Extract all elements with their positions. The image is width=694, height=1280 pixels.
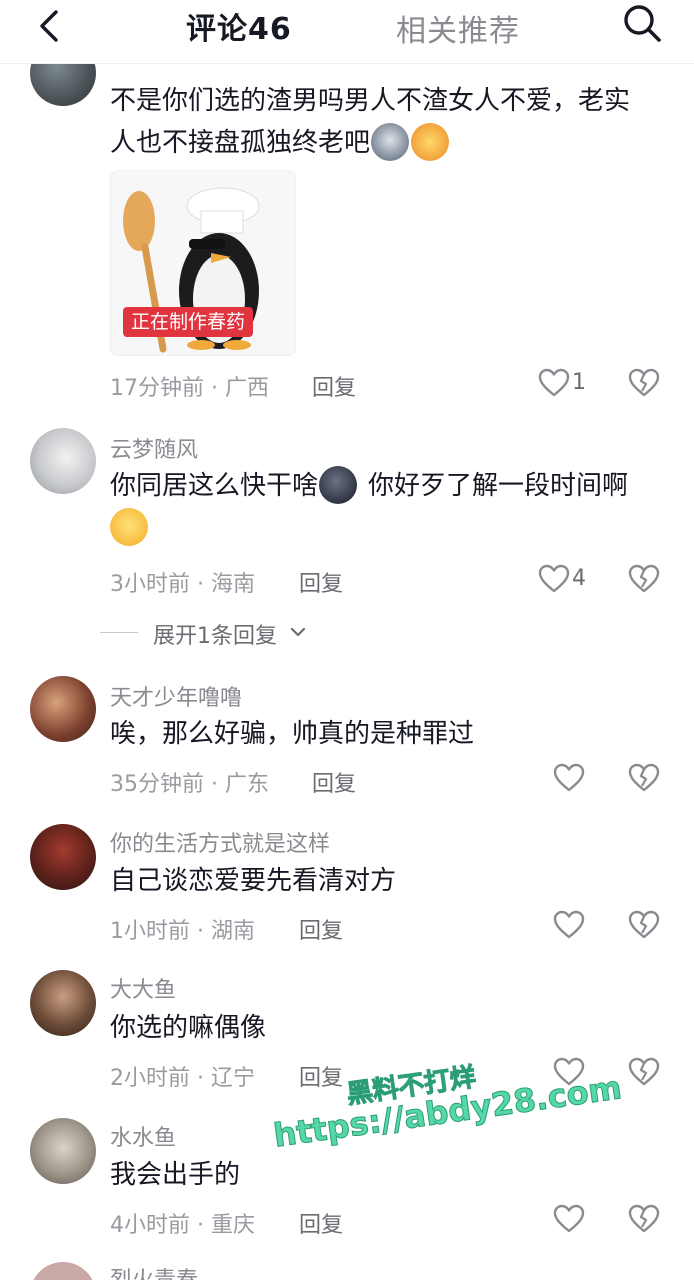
meta-separator: ·	[204, 376, 225, 401]
comment-location: 广西	[224, 376, 269, 401]
avatar[interactable]	[30, 970, 96, 1036]
party-emoji-icon	[411, 122, 450, 161]
comment-meta: 1小时前 · 湖南	[110, 913, 255, 945]
dark-moon-emoji-icon	[319, 465, 358, 504]
like-heart-icon[interactable]	[553, 762, 585, 794]
dislike-broken-heart-icon[interactable]	[628, 1056, 660, 1088]
avatar[interactable]	[30, 676, 96, 742]
back-arrow-icon[interactable]	[30, 6, 70, 46]
avatar[interactable]	[30, 1262, 96, 1280]
comment-text: 不是你们选的渣男吗男人不渣女人不爱，老实 人也不接盘孤独终老吧	[110, 80, 670, 164]
like-count: 1	[572, 370, 586, 395]
avatar[interactable]	[30, 824, 96, 890]
comment-time: 1小时前	[110, 919, 190, 944]
comment-time: 17分钟前	[110, 376, 204, 401]
comment-location: 湖南	[210, 919, 255, 944]
comment-time: 2小时前	[110, 1066, 190, 1091]
comment-text: 唉，那么好骗，帅真的是种罪过	[110, 719, 475, 749]
like-heart-icon[interactable]	[538, 367, 570, 399]
comment-location: 重庆	[210, 1213, 255, 1238]
tab-related-recommend[interactable]: 相关推荐	[396, 6, 520, 50]
comment-meta: 35分钟前 · 广东	[110, 766, 269, 798]
like-heart-icon[interactable]	[553, 909, 585, 941]
comment-meta: 4小时前 · 重庆	[110, 1207, 255, 1239]
like-heart-icon[interactable]	[553, 1203, 585, 1235]
reply-button[interactable]: 回复	[312, 766, 356, 798]
like-heart-icon[interactable]	[538, 563, 570, 595]
comment-time: 3小时前	[110, 572, 190, 597]
dislike-broken-heart-icon[interactable]	[628, 762, 660, 794]
divider-line	[100, 632, 138, 633]
comment-username[interactable]: 烈火青春	[110, 1262, 198, 1280]
comment-location: 海南	[210, 572, 255, 597]
reply-button[interactable]: 回复	[299, 566, 343, 598]
dislike-broken-heart-icon[interactable]	[628, 909, 660, 941]
dislike-broken-heart-icon[interactable]	[628, 563, 660, 595]
chevron-down-icon	[290, 627, 306, 637]
search-icon[interactable]	[620, 2, 664, 46]
meta-separator: ·	[204, 772, 225, 797]
meta-separator: ·	[190, 1066, 211, 1091]
comment-location: 广东	[224, 772, 269, 797]
avatar[interactable]	[30, 1118, 96, 1184]
comment-text: 你同居这么快干啥 你好歹了解一段时间啊	[110, 465, 670, 549]
reply-button[interactable]: 回复	[299, 1207, 343, 1239]
avatar[interactable]	[30, 428, 96, 494]
reply-button[interactable]: 回复	[299, 1060, 343, 1092]
top-bar: 评论46 相关推荐	[0, 0, 694, 64]
comment-username[interactable]: 云梦随风	[110, 432, 198, 464]
like-count: 4	[572, 566, 586, 591]
comment-username[interactable]: 水水鱼	[110, 1120, 176, 1152]
comment-text: 你选的嘛偶像	[110, 1013, 267, 1043]
comment-time: 35分钟前	[110, 772, 204, 797]
comment-meta: 17分钟前 · 广西	[110, 370, 269, 402]
meta-separator: ·	[190, 919, 211, 944]
sticker-caption: 正在制作春药	[123, 307, 254, 337]
comment-location: 辽宁	[210, 1066, 255, 1091]
meta-separator: ·	[190, 572, 211, 597]
comment-text: 自己谈恋爱要先看清对方	[110, 866, 397, 896]
comment-meta: 2小时前 · 辽宁	[110, 1060, 255, 1092]
expand-replies-label: 展开1条回复	[153, 624, 277, 649]
tab-comments[interactable]: 评论46	[186, 4, 292, 48]
comment-time: 4小时前	[110, 1213, 190, 1238]
reply-button[interactable]: 回复	[312, 370, 356, 402]
wolf-emoji-icon	[371, 122, 410, 161]
comment-text: 我会出手的	[110, 1160, 241, 1190]
comment-username[interactable]: 你的生活方式就是这样	[110, 826, 330, 858]
smile-emoji-icon	[110, 507, 148, 546]
comment-username[interactable]: 大大鱼	[110, 972, 176, 1004]
comment-meta: 3小时前 · 海南	[110, 566, 255, 598]
dislike-broken-heart-icon[interactable]	[628, 1203, 660, 1235]
reply-button[interactable]: 回复	[299, 913, 343, 945]
dislike-broken-heart-icon[interactable]	[628, 367, 660, 399]
penguin-chef-sticker[interactable]: 正在制作春药	[110, 170, 296, 356]
meta-separator: ·	[190, 1213, 211, 1238]
comment-username[interactable]: 天才少年噜噜	[110, 680, 242, 712]
